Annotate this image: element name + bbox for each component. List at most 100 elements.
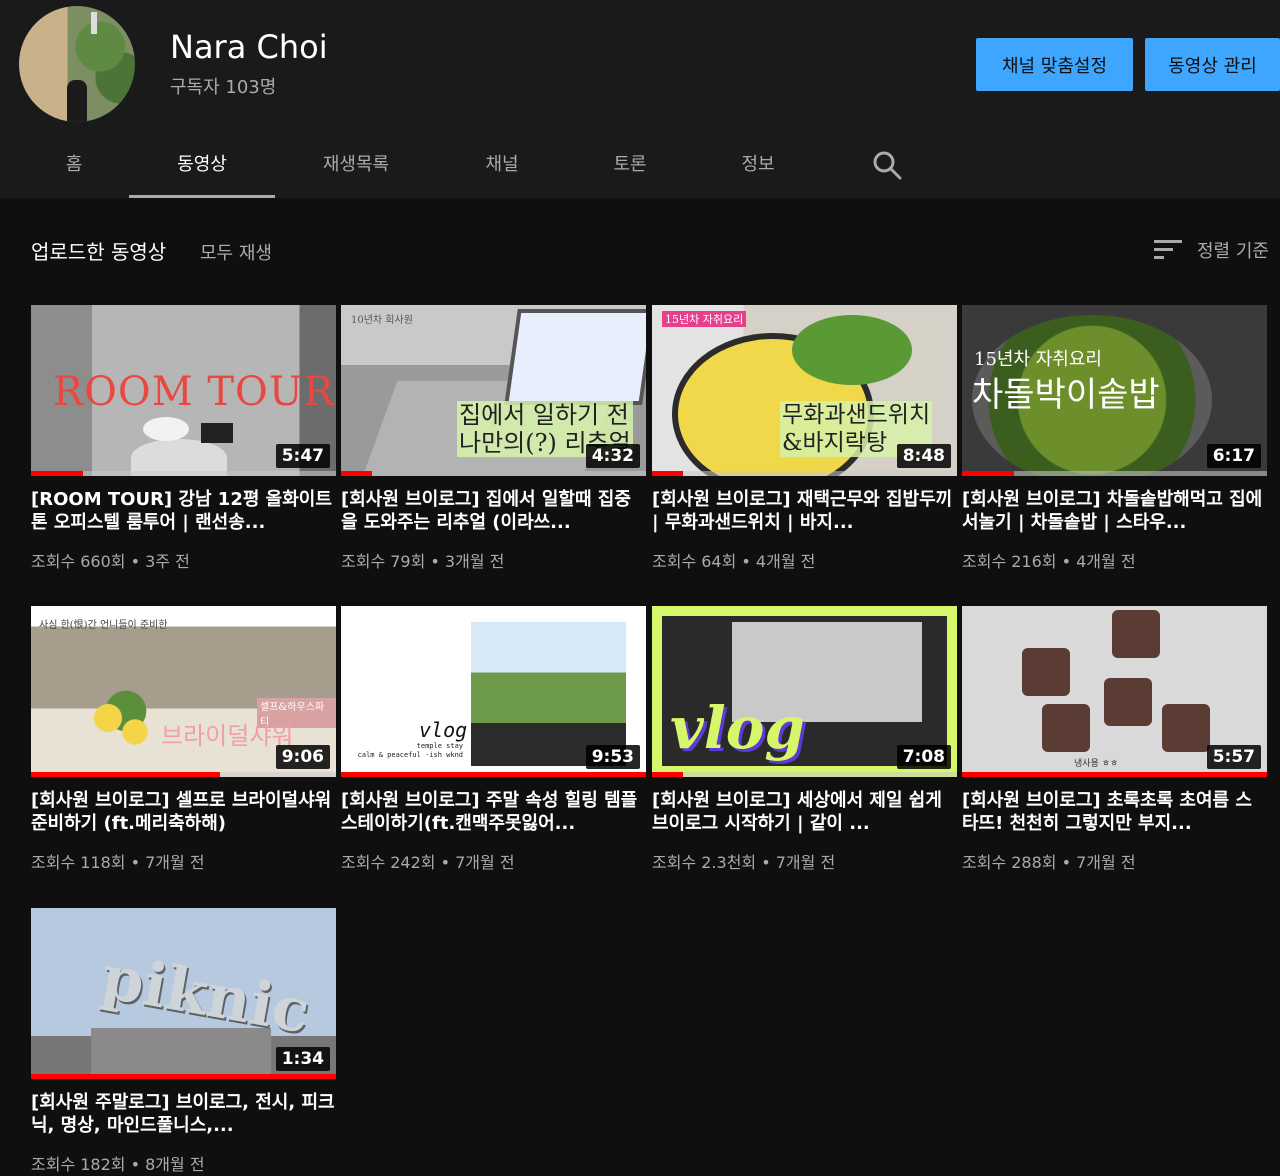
thumbnail-art — [143, 417, 189, 441]
thumbnail-art — [1022, 648, 1070, 696]
video-duration: 8:48 — [896, 444, 951, 468]
video-meta: 조회수 118회 • 7개월 전 — [31, 853, 205, 872]
watch-progress-fill — [652, 471, 683, 476]
subscriber-count: 구독자 103명 — [170, 77, 277, 98]
video-title[interactable]: [회사원 브이로그] 셀프로 브라이덜샤워 준비하기 (ft.메리축하해) — [31, 789, 336, 835]
tab-about[interactable]: 정보 — [708, 128, 808, 198]
watch-progress-bar — [341, 471, 646, 476]
video-card[interactable]: 냉사용 ㅎㅎ 5:57 [회사원 브이로그] 초록초록 초여름 스타뜨! 천천히… — [962, 606, 1267, 873]
video-meta: 조회수 216회 • 4개월 전 — [962, 552, 1136, 571]
thumbnail-text: ROOM TOUR — [53, 369, 335, 415]
video-card[interactable]: 15년차 자취요리 무화과샌드위치 &바지락탕 8:48 [회사원 브이로그] … — [652, 305, 957, 572]
play-all-link[interactable]: 모두 재생 — [200, 239, 272, 265]
channel-header: Nara Choi 구독자 103명 채널 맞춤설정 동영상 관리 홈 동영상 … — [0, 0, 1280, 198]
video-meta: 조회수 64회 • 4개월 전 — [652, 552, 816, 571]
video-card[interactable]: vlog 7:08 [회사원 브이로그] 세상에서 제일 쉽게 브이로그 시작하… — [652, 606, 957, 873]
tab-playlists[interactable]: 재생목록 — [300, 128, 412, 198]
manage-videos-button[interactable]: 동영상 관리 — [1145, 38, 1280, 91]
watch-progress-bar — [341, 772, 646, 777]
thumbnail-art — [81, 690, 171, 760]
watch-progress-bar — [31, 471, 336, 476]
thumbnail-art — [1042, 704, 1090, 752]
watch-progress-bar — [962, 471, 1267, 476]
watch-progress-bar — [962, 772, 1267, 777]
video-title[interactable]: [회사원 브이로그] 차돌솥밥해먹고 집에서놀기 | 차돌솥밥 | 스타우... — [962, 488, 1267, 534]
watch-progress-fill — [31, 471, 83, 476]
thumbnail-art — [1104, 678, 1152, 726]
watch-progress-fill — [962, 471, 1014, 476]
video-title[interactable]: [회사원 주말로그] 브이로그, 전시, 피크닉, 명상, 마인드풀니스,... — [31, 1091, 336, 1137]
watch-progress-fill — [31, 772, 221, 777]
video-duration: 1:34 — [275, 1047, 330, 1071]
thumbnail-art — [792, 315, 912, 385]
video-card[interactable]: 15년차 자취요리 차돌박이솥밥 6:17 [회사원 브이로그] 차돌솥밥해먹고… — [962, 305, 1267, 572]
video-duration: 9:53 — [585, 745, 640, 769]
tab-videos[interactable]: 동영상 — [129, 128, 275, 198]
thumbnail-caption: 사심 한(恨)간 언니들이 준비한 — [39, 620, 168, 631]
thumbnail-caption: 10년차 회사원 — [351, 315, 413, 326]
video-thumbnail[interactable]: ROOM TOUR 5:47 — [31, 305, 336, 476]
watch-progress-fill — [652, 772, 683, 777]
sort-icon[interactable] — [1154, 237, 1182, 261]
video-title[interactable]: [회사원 브이로그] 재택근무와 집밥두끼 | 무화과샌드위치 | 바지... — [652, 488, 957, 534]
video-card[interactable]: ROOM TOUR 5:47 [ROOM TOUR] 강남 12평 올화이트톤 … — [31, 305, 336, 572]
video-meta: 조회수 288회 • 7개월 전 — [962, 853, 1136, 872]
video-title[interactable]: [회사원 브이로그] 집에서 일할때 집중을 도와주는 리추얼 (이라쓰... — [341, 488, 646, 534]
video-duration: 6:17 — [1206, 444, 1261, 468]
tab-channels[interactable]: 채널 — [452, 128, 552, 198]
video-duration: 5:47 — [275, 444, 330, 468]
video-title[interactable]: [회사원 브이로그] 주말 속성 힐링 템플스테이하기(ft.캔맥주못잃어... — [341, 789, 646, 835]
video-thumbnail[interactable]: vlog 7:08 — [652, 606, 957, 777]
search-icon[interactable] — [872, 150, 902, 180]
channel-tabs: 홈 동영상 재생목록 채널 토론 정보 — [0, 128, 1280, 198]
video-duration: 9:06 — [275, 745, 330, 769]
video-thumbnail[interactable]: 사심 한(恨)간 언니들이 준비한 셀프&하우스파티 브라이덜샤워 9:06 — [31, 606, 336, 777]
customize-channel-button[interactable]: 채널 맞춤설정 — [976, 38, 1133, 91]
thumbnail-text: 차돌박이솥밥 — [972, 375, 1160, 415]
sort-by-button[interactable]: 정렬 기준 — [1197, 237, 1269, 263]
video-thumbnail[interactable]: 15년차 자취요리 무화과샌드위치 &바지락탕 8:48 — [652, 305, 957, 476]
thumbnail-art — [201, 423, 233, 443]
avatar-person-shape — [67, 80, 87, 122]
video-thumbnail[interactable]: vlog temple stay calm & peaceful -ish wk… — [341, 606, 646, 777]
watch-progress-bar — [31, 1074, 336, 1079]
video-card[interactable]: 10년차 회사원 집에서 일하기 전 나만의(?) 리추얼 4:32 [회사원 … — [341, 305, 646, 572]
thumbnail-text: vlog — [419, 718, 468, 742]
video-meta: 조회수 182회 • 8개월 전 — [31, 1155, 205, 1174]
video-meta: 조회수 79회 • 3개월 전 — [341, 552, 505, 571]
thumbnail-caption: 15년차 자취요리 — [662, 311, 747, 327]
watch-progress-fill — [31, 1074, 336, 1079]
video-title[interactable]: [ROOM TOUR] 강남 12평 올화이트톤 오피스텔 룸투어 | 랜선송.… — [31, 488, 336, 534]
thumbnail-text: vlog — [670, 694, 805, 762]
thumbnail-caption: temple stay calm & peaceful -ish wknd — [357, 742, 463, 759]
thumbnail-caption: 냉사용 ㅎㅎ — [1074, 759, 1119, 769]
tab-home[interactable]: 홈 — [24, 128, 124, 198]
watch-progress-fill — [962, 772, 1267, 777]
video-duration: 5:57 — [1206, 745, 1261, 769]
video-thumbnail[interactable]: 냉사용 ㅎㅎ 5:57 — [962, 606, 1267, 777]
tab-discussion[interactable]: 토론 — [580, 128, 680, 198]
channel-name: Nara Choi — [170, 28, 328, 66]
video-title[interactable]: [회사원 브이로그] 초록초록 초여름 스타뜨! 천천히 그렇지만 부지... — [962, 789, 1267, 835]
thumbnail-art — [1162, 704, 1210, 752]
watch-progress-fill — [341, 772, 646, 777]
video-card[interactable]: 사심 한(恨)간 언니들이 준비한 셀프&하우스파티 브라이덜샤워 9:06 [… — [31, 606, 336, 873]
avatar-tower-shape — [91, 12, 97, 34]
watch-progress-bar — [652, 471, 957, 476]
video-thumbnail[interactable]: 15년차 자취요리 차돌박이솥밥 6:17 — [962, 305, 1267, 476]
thumbnail-text: 브라이덜샤워 — [161, 722, 294, 750]
video-card[interactable]: piknic 1:34 [회사원 주말로그] 브이로그, 전시, 피크닉, 명상… — [31, 908, 336, 1175]
watch-progress-bar — [31, 772, 336, 777]
video-thumbnail[interactable]: 10년차 회사원 집에서 일하기 전 나만의(?) 리추얼 4:32 — [341, 305, 646, 476]
channel-avatar[interactable] — [19, 6, 135, 122]
watch-progress-bar — [652, 772, 957, 777]
video-meta: 조회수 242회 • 7개월 전 — [341, 853, 515, 872]
video-meta: 조회수 2.3천회 • 7개월 전 — [652, 853, 836, 872]
watch-progress-fill — [341, 471, 372, 476]
uploads-section-title: 업로드한 동영상 — [31, 240, 167, 264]
video-thumbnail[interactable]: piknic 1:34 — [31, 908, 336, 1079]
video-duration: 4:32 — [585, 444, 640, 468]
thumbnail-art — [1112, 610, 1160, 658]
video-card[interactable]: vlog temple stay calm & peaceful -ish wk… — [341, 606, 646, 873]
video-title[interactable]: [회사원 브이로그] 세상에서 제일 쉽게 브이로그 시작하기 | 같이 ... — [652, 789, 957, 835]
